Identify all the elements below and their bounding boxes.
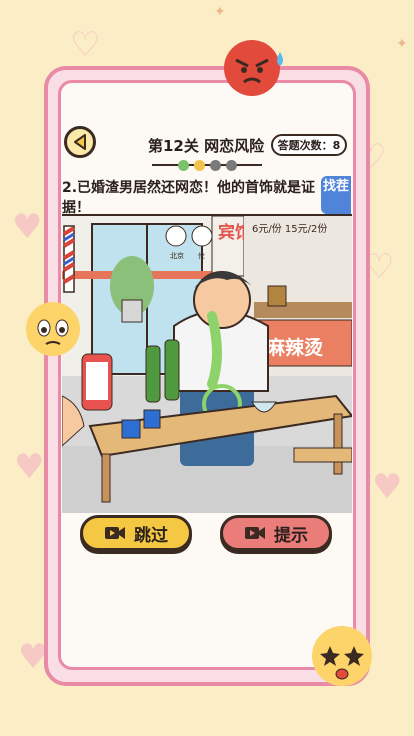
clock-label-1: 北京 [170, 251, 184, 260]
progress-dot-1 [178, 160, 189, 171]
level-title: 第12关 网恋风险 [148, 135, 264, 156]
skip-button[interactable]: 跳过 [80, 515, 192, 551]
answer-count-badge: 答题次数：8 [271, 134, 347, 156]
sparkle-icon: ✦ [396, 36, 408, 52]
back-button[interactable] [64, 126, 96, 158]
price-text: 6元/份 15元/2份 [252, 223, 327, 235]
hint-label: 提示 [274, 525, 308, 546]
skip-label: 跳过 [134, 525, 168, 546]
level-number: 第12关 [148, 137, 199, 155]
progress-dot-2 [194, 160, 205, 171]
hint-button[interactable]: 提示 [220, 515, 332, 551]
heart-decor-icon: ♥ [14, 447, 45, 487]
game-scene[interactable]: 北京 伦 宾馆 6元/份 15元/2份 麻辣烫 [62, 214, 352, 513]
heart-decor-icon: ♥ [12, 207, 43, 247]
mala-sign-text: 麻辣烫 [265, 336, 324, 359]
heart-decor-icon: ♥ [372, 467, 403, 507]
starry-eyed-emoji-icon [312, 626, 372, 686]
title-divider [152, 164, 262, 166]
progress-dot-4 [226, 160, 237, 171]
video-camera-icon [105, 527, 125, 539]
angry-emoji-icon [224, 40, 283, 96]
progress-dot-3 [210, 160, 221, 171]
level-name: 网恋风险 [204, 137, 265, 155]
clock-label-2: 伦 [198, 251, 205, 260]
find-difference-tab[interactable]: 找茬 [321, 176, 351, 214]
video-camera-icon [245, 527, 265, 539]
heart-decor-icon: ♡ [70, 25, 101, 65]
worried-emoji-icon [26, 302, 80, 356]
question-text: 2.已婚渣男居然还网恋！他的首饰就是证据！ [62, 180, 316, 216]
back-arrow-icon [74, 134, 86, 150]
sparkle-icon: ✦ [214, 4, 226, 20]
